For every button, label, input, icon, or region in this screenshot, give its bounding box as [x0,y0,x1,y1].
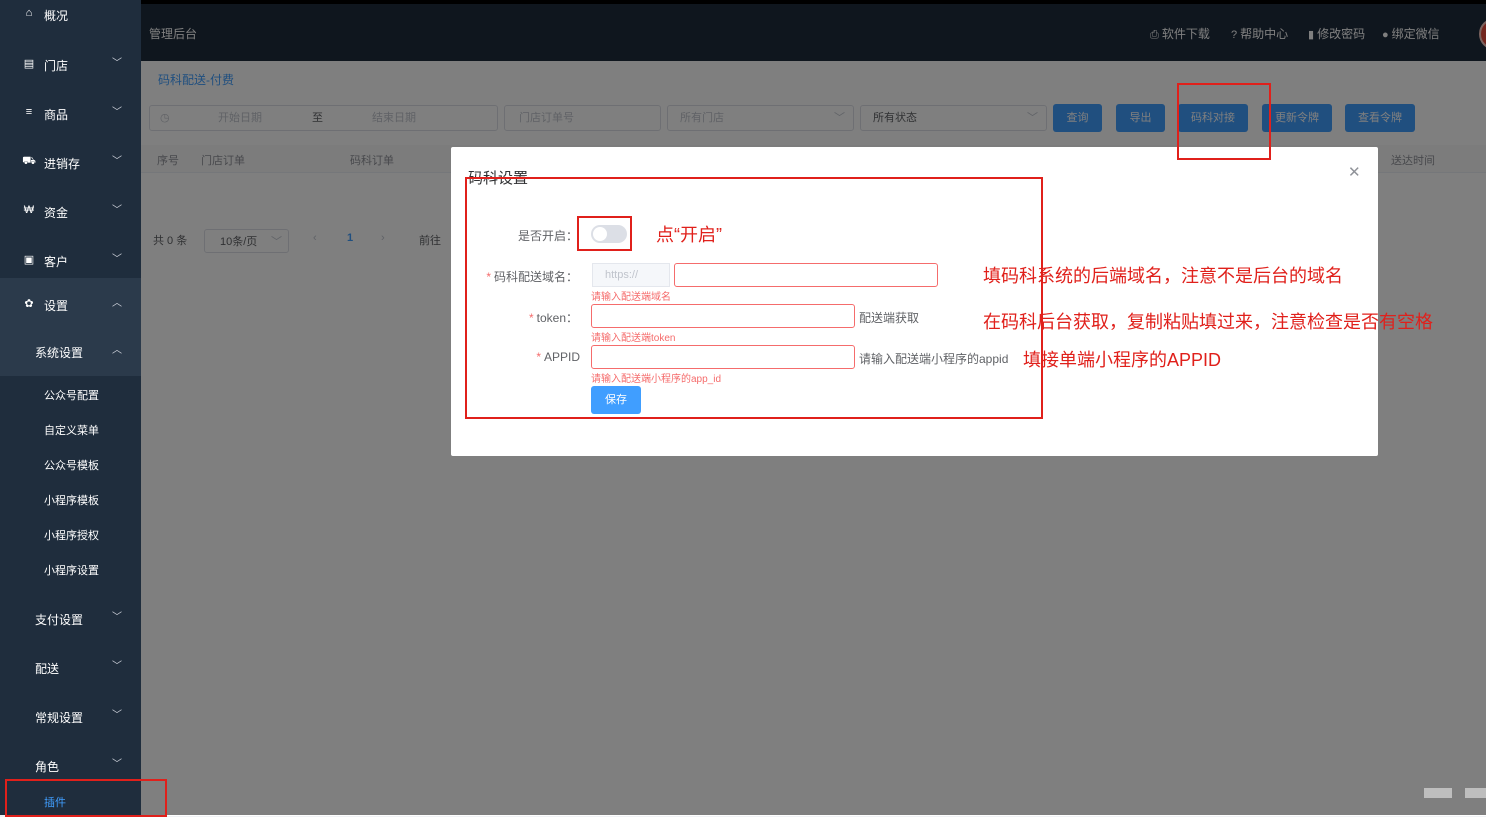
sidebar-item-system-settings[interactable]: 系统设置 ︿ [0,327,141,376]
sidebar-item-label: 系统设置 [35,346,84,360]
sidebar-leaf-miniapp-auth[interactable]: 小程序授权 [0,516,141,551]
sidebar-leaf-label: 自定义菜单 [44,425,99,437]
chevron-down-icon: ﹀ [112,107,122,118]
highlight-integration-button [1177,83,1271,160]
chevron-down-icon: ﹀ [112,205,122,216]
sidebar: ⌂ 概况 ▤ 门店 ﹀ ≡ 商品 ﹀ ⛟ 进销存 ﹀ ₩ 资金 ﹀ ▣ 客户 ﹀… [0,0,141,815]
annotation-domain: 填码科系统的后端域名，注意不是后台的域名 [983,266,1343,286]
sidebar-item-label: 客户 [44,255,69,269]
sidebar-item-funds[interactable]: ₩ 资金 ﹀ [0,187,141,236]
store-icon: ▤ [23,58,35,70]
chevron-down-icon: ﹀ [112,58,122,69]
sidebar-item-delivery[interactable]: 配送 ﹀ [0,643,141,692]
sidebar-item-store[interactable]: ▤ 门店 ﹀ [0,40,141,89]
annotation-click-enable: 点“开启” [656,225,722,245]
sidebar-leaf-label: 小程序授权 [44,530,99,542]
chevron-down-icon: ﹀ [112,759,122,770]
sidebar-item-label: 角色 [35,760,60,774]
sidebar-leaf-label: 公众号模板 [44,460,99,472]
chevron-up-icon: ︿ [112,345,122,356]
sidebar-item-inventory[interactable]: ⛟ 进销存 ﹀ [0,138,141,187]
chevron-down-icon: ﹀ [112,710,122,721]
truck-icon: ⛟ [22,155,36,167]
highlight-form [465,177,1043,419]
annotation-token: 在码科后台获取，复制粘贴填过来，注意检查是否有空格 [983,312,1433,332]
sidebar-leaf-label: 小程序设置 [44,565,99,577]
sidebar-item-label: 支付设置 [35,613,84,627]
won-icon: ₩ [23,204,35,216]
chevron-down-icon: ﹀ [112,156,122,167]
sidebar-item-label: 商品 [44,108,69,122]
home-icon: ⌂ [25,7,33,19]
sidebar-leaf-miniapp-settings[interactable]: 小程序设置 [0,551,141,586]
chevron-down-icon: ﹀ [112,612,122,623]
chevron-down-icon: ﹀ [112,254,122,265]
id-card-icon: ▣ [23,254,35,266]
sidebar-item-label: 设置 [44,299,69,313]
sidebar-leaf-label: 公众号配置 [44,390,99,402]
sidebar-leaf-account-template[interactable]: 公众号模板 [0,446,141,481]
sidebar-leaf-official-account[interactable]: 公众号配置 [0,376,141,411]
sidebar-item-settings[interactable]: ✿ 设置 ︿ [0,278,141,327]
watermark-block [1465,788,1486,798]
sidebar-item-general[interactable]: 常规设置 ﹀ [0,692,141,741]
list-icon: ≡ [25,106,33,118]
sidebar-item-label: 资金 [44,206,69,220]
sidebar-item-label: 门店 [44,59,69,73]
sidebar-item-label: 配送 [35,662,60,676]
chevron-down-icon: ﹀ [112,661,122,672]
gear-icon: ✿ [24,298,34,310]
sidebar-leaf-miniapp-template[interactable]: 小程序模板 [0,481,141,516]
annotation-appid: 填接单端小程序的APPID [1023,350,1222,370]
sidebar-item-overview[interactable]: ⌂ 概况 [0,0,141,39]
highlight-plugin [5,779,167,817]
highlight-switch [577,216,632,251]
watermark-block [1424,788,1452,798]
close-icon[interactable]: ✕ [1348,163,1361,181]
sidebar-item-label: 概况 [44,9,69,23]
sidebar-item-goods[interactable]: ≡ 商品 ﹀ [0,89,141,138]
sidebar-item-payment[interactable]: 支付设置 ﹀ [0,594,141,643]
sidebar-leaf-label: 小程序模板 [44,495,99,507]
sidebar-leaf-custom-menu[interactable]: 自定义菜单 [0,411,141,446]
chevron-up-icon: ︿ [112,298,122,309]
sidebar-item-label: 常规设置 [35,711,84,725]
sidebar-item-label: 进销存 [44,157,81,171]
